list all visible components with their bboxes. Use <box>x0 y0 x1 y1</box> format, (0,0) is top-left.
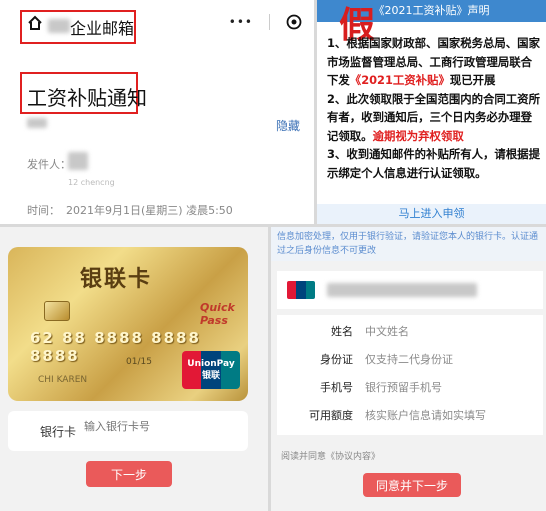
notice-p1-highlight: 《2021工资补贴》 <box>349 73 450 87</box>
bank-info-row <box>277 271 543 309</box>
next-button[interactable]: 下一步 <box>86 461 172 487</box>
mail-app-title: 企业邮箱 <box>70 19 135 38</box>
divider <box>269 14 270 30</box>
form-label: 可用额度 <box>309 409 353 422</box>
form-label: 姓名 <box>331 325 353 338</box>
valid-thru: 01/15 <box>126 357 152 367</box>
home-icon[interactable] <box>27 15 43 31</box>
form-row-phone[interactable]: 手机号 银行预留手机号 <box>277 379 543 405</box>
card-holder: CHI KAREN <box>38 375 88 385</box>
sender-sub: 12 chencng <box>68 178 115 187</box>
agreement-link[interactable]: 《协议内容》 <box>326 452 380 462</box>
form-row-id[interactable]: 身份证 仅支持二代身份证 <box>277 351 543 377</box>
agreement-line: 阅读并同意《协议内容》 <box>281 449 380 462</box>
blurred-text <box>27 118 47 128</box>
time-label: 时间： <box>27 204 60 217</box>
encryption-note: 信息加密处理，仅用于银行验证，请验证您本人的银行卡。认证通过之后身份信息不可更改 <box>277 232 539 256</box>
form-panel: 信息加密处理，仅用于银行验证，请验证您本人的银行卡。认证通过之后身份信息不可更改… <box>271 227 546 511</box>
blurred-bank-name <box>327 283 477 297</box>
form-value: 核实账户信息请如实填写 <box>365 409 486 422</box>
blurred-sender <box>68 152 88 170</box>
notice-body: 1、根据国家财政部、国家税务总局、国家市场监督管理总局、工商行政管理局联合下发《… <box>327 34 541 182</box>
unionpay-logo: UnionPay 银联 <box>182 351 240 389</box>
sender-label: 发件人： <box>27 158 71 171</box>
unionpay-small-icon <box>287 281 315 299</box>
unionpay-en: UnionPay <box>187 359 235 369</box>
form-value: 银行预留手机号 <box>365 381 442 394</box>
chip-icon <box>44 301 70 321</box>
notice-bar: 信息加密处理，仅用于银行验证，请验证您本人的银行卡。认证通过之后身份信息不可更改 <box>271 227 546 261</box>
card-title: 银联卡 <box>80 267 153 292</box>
apply-now-link[interactable]: 马上进入申领 <box>317 204 546 224</box>
agree-next-button[interactable]: 同意并下一步 <box>363 473 461 497</box>
card-panel: 银联卡 Quick Pass 62 88 8888 8888 8888 01/1… <box>0 227 268 511</box>
bank-card-label: 银行卡 <box>40 425 77 439</box>
hide-link[interactable]: 隐藏 <box>276 117 300 134</box>
form-value: 中文姓名 <box>365 325 409 338</box>
blurred-sender-name <box>48 19 70 33</box>
bank-card-row: 银行卡 <box>8 411 248 451</box>
more-icon[interactable]: ••• <box>229 15 253 29</box>
bank-card-input[interactable] <box>84 420 234 433</box>
quick-pass-logo: Quick Pass <box>200 301 235 327</box>
identity-form: 姓名 中文姓名 身份证 仅支持二代身份证 手机号 银行预留手机号 可用额度 核实… <box>277 315 543 435</box>
form-row-limit[interactable]: 可用额度 核实账户信息请如实填写 <box>277 407 543 433</box>
form-label: 身份证 <box>320 353 353 366</box>
email-panel: 企业邮箱 ••• 工资补贴通知 隐藏 发件人： 12 chencng 时间： 2… <box>0 0 314 224</box>
form-label: 手机号 <box>320 381 353 394</box>
bank-card-image: 银联卡 Quick Pass 62 88 8888 8888 8888 01/1… <box>8 247 248 401</box>
notice-p1-end: 现已开展 <box>449 73 496 87</box>
form-row-name[interactable]: 姓名 中文姓名 <box>277 323 543 349</box>
notice-p2-highlight: 逾期视为弃权领取 <box>372 128 464 143</box>
form-value: 仅支持二代身份证 <box>365 353 453 366</box>
close-target-icon[interactable] <box>286 14 302 30</box>
agree-text: 阅读并同意 <box>281 452 327 462</box>
time-value: 2021年9月1日(星期三) 凌晨5:50 <box>66 204 233 217</box>
notice-panel: 《2021工资补贴》声明 假 1、根据国家财政部、国家税务总局、国家市场监督管理… <box>317 0 546 224</box>
mail-subject: 工资补贴通知 <box>27 86 147 110</box>
header-actions: ••• <box>229 14 302 30</box>
unionpay-cn: 银联 <box>201 371 220 381</box>
notice-p3: 3、收到通知邮件的补贴所有人，请根据提示绑定个人信息进行认证领取。 <box>327 147 540 180</box>
